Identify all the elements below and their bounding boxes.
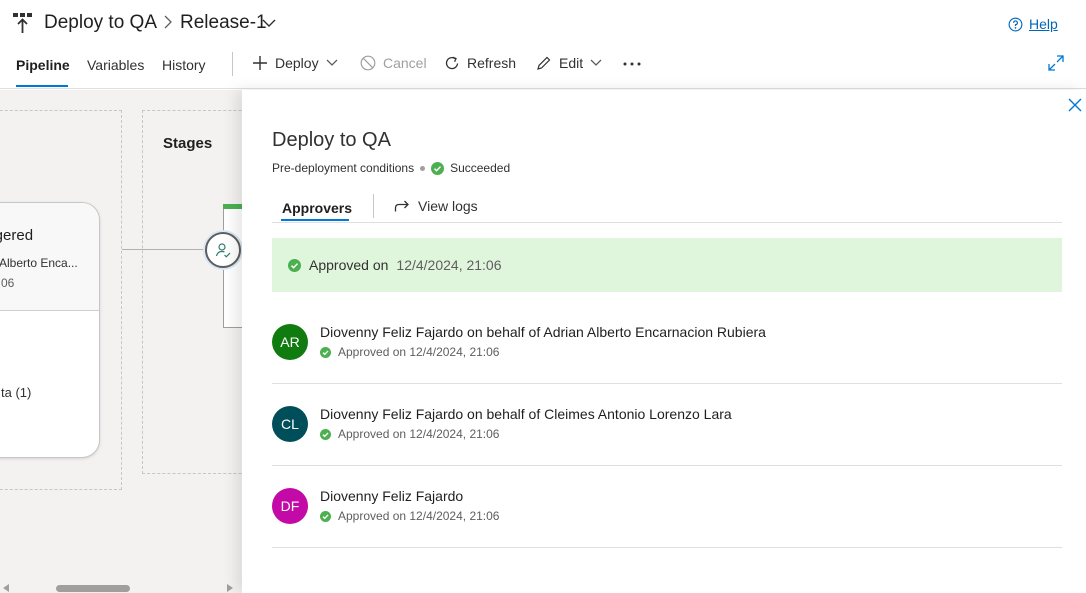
separator-dot <box>420 165 426 171</box>
deploy-button[interactable]: Deploy <box>252 55 338 71</box>
approved-date: 12/4/2024, 21:06 <box>396 257 502 273</box>
approvals-panel: Deploy to QA Pre-deployment conditions S… <box>242 90 1086 593</box>
success-check-icon <box>320 510 331 522</box>
toolbar: Pipeline Variables History Deploy Cancel… <box>0 46 1086 89</box>
deploy-label: Deploy <box>275 55 319 71</box>
tab-pipeline[interactable]: Pipeline <box>16 57 70 73</box>
approver-row: DF Diovenny Feliz Fajardo Approved on 12… <box>272 466 1062 548</box>
approver-name: Diovenny Feliz Fajardo <box>320 488 464 504</box>
tab-approvers[interactable]: Approvers <box>282 200 352 216</box>
user-check-icon <box>215 243 231 258</box>
chevron-down-icon[interactable] <box>262 18 276 28</box>
artifact-time: 06 <box>1 276 15 290</box>
approver-status-text: Approved on 12/4/2024, 21:06 <box>338 427 500 441</box>
horizontal-scrollbar[interactable] <box>0 581 242 593</box>
approver-status: Approved on 12/4/2024, 21:06 <box>320 509 499 523</box>
approved-banner: Approved on 12/4/2024, 21:06 <box>272 238 1062 292</box>
view-logs-link[interactable]: View logs <box>394 198 478 214</box>
status-label: Succeeded <box>450 161 511 175</box>
approver-status-text: Approved on 12/4/2024, 21:06 <box>338 509 500 523</box>
artifact-card-header: iggered Alberto Enca... 06 <box>0 203 99 311</box>
artifact-triggered-by: Alberto Enca... <box>0 256 78 270</box>
active-tab-indicator <box>16 85 68 87</box>
active-tab-indicator <box>281 219 349 221</box>
approver-row: AR Diovenny Feliz Fajardo on behalf of A… <box>272 302 1062 384</box>
expand-icon[interactable] <box>1048 55 1064 71</box>
release-pipeline-icon <box>13 13 32 33</box>
help-icon <box>1008 17 1023 31</box>
artifact-card[interactable]: iggered Alberto Enca... 06 ta (1) <box>0 202 100 458</box>
refresh-label: Refresh <box>467 55 517 71</box>
plus-icon <box>253 56 267 70</box>
close-icon[interactable] <box>1068 98 1082 112</box>
artifact-title: iggered <box>0 227 34 244</box>
tabs-divider <box>272 222 1062 223</box>
condition-label: Pre-deployment conditions <box>272 161 415 175</box>
pre-deployment-approvals-button[interactable] <box>205 232 241 268</box>
success-check-icon <box>431 161 445 175</box>
approver-name: Diovenny Feliz Fajardo on behalf of Clei… <box>320 406 732 422</box>
pipeline-canvas: Stages iggered Alberto Enca... 06 ta (1) <box>0 90 242 593</box>
release-name[interactable]: Release-1 <box>180 12 267 34</box>
stage-connector <box>122 249 206 250</box>
edit-label: Edit <box>559 55 584 71</box>
more-options-icon[interactable] <box>622 54 642 74</box>
success-check-icon <box>320 428 331 440</box>
scroll-right-arrow[interactable] <box>227 584 233 592</box>
share-arrow-icon <box>394 200 409 212</box>
chevron-down-icon <box>590 59 602 66</box>
cancel-icon <box>360 55 376 71</box>
title-bar: Deploy to QA Release-1 Help <box>0 0 1086 46</box>
scroll-left-arrow[interactable] <box>3 584 9 592</box>
avatar: AR <box>272 324 308 360</box>
pencil-icon <box>537 56 551 70</box>
approver-name: Diovenny Feliz Fajardo on behalf of Adri… <box>320 324 766 340</box>
avatar: DF <box>272 488 308 524</box>
condition-status: Pre-deployment conditions Succeeded <box>272 161 510 175</box>
stage-status-bar <box>223 204 242 209</box>
panel-title: Deploy to QA <box>272 129 391 151</box>
approver-status-text: Approved on 12/4/2024, 21:06 <box>338 345 500 359</box>
chevron-right-icon <box>164 15 172 29</box>
approver-status: Approved on 12/4/2024, 21:06 <box>320 345 499 359</box>
scrollbar-thumb[interactable] <box>56 585 130 592</box>
success-check-icon <box>288 258 301 272</box>
cancel-button[interactable]: Cancel <box>360 55 427 71</box>
refresh-button[interactable]: Refresh <box>444 55 516 71</box>
refresh-icon <box>445 56 459 70</box>
success-check-icon <box>320 346 331 358</box>
help-label[interactable]: Help <box>1029 16 1058 32</box>
pipeline-title[interactable]: Deploy to QA <box>44 12 157 34</box>
view-logs-label: View logs <box>418 198 478 214</box>
edit-button[interactable]: Edit <box>536 55 602 71</box>
chevron-down-icon <box>326 59 338 66</box>
approved-label: Approved on <box>309 257 389 273</box>
toolbar-divider <box>232 52 233 76</box>
tab-variables[interactable]: Variables <box>87 57 144 73</box>
approver-status: Approved on 12/4/2024, 21:06 <box>320 427 499 441</box>
stages-label: Stages <box>163 135 213 152</box>
help-link[interactable]: Help <box>1008 16 1058 32</box>
artifact-source: ta (1) <box>1 385 32 400</box>
cancel-label: Cancel <box>383 55 427 71</box>
avatar: CL <box>272 406 308 442</box>
approver-row: CL Diovenny Feliz Fajardo on behalf of C… <box>272 384 1062 466</box>
tab-divider <box>373 194 374 218</box>
tab-history[interactable]: History <box>162 57 206 73</box>
